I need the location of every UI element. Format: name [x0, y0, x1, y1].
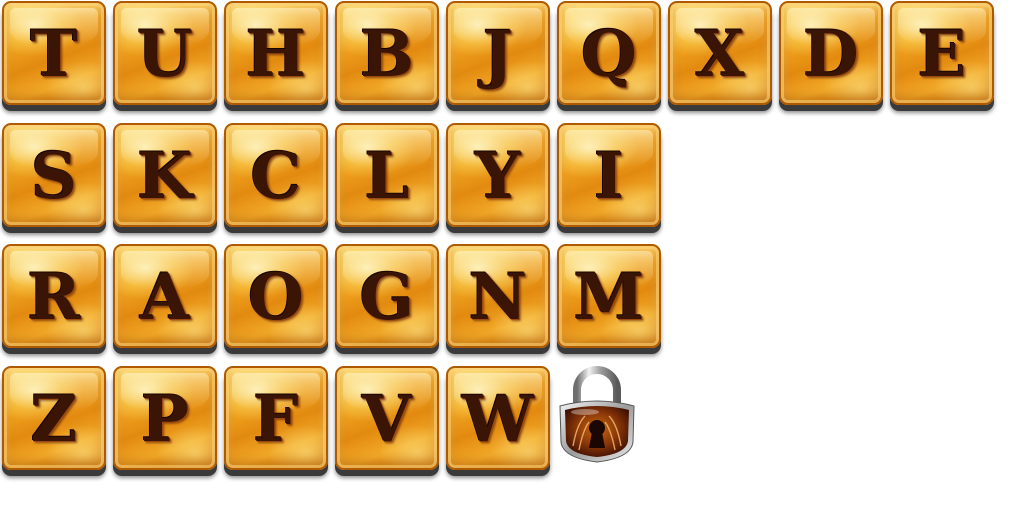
letter-tile[interactable]: S — [2, 123, 106, 227]
letter-tile[interactable]: G — [335, 244, 439, 348]
letter-tile[interactable]: R — [2, 244, 106, 348]
tile-letter: V — [362, 382, 412, 457]
tile-letter: J — [482, 17, 514, 92]
letter-tile[interactable]: J — [446, 1, 550, 105]
letter-tile[interactable]: K — [113, 123, 217, 227]
tile-letter: X — [695, 17, 745, 92]
tile-letter: W — [462, 382, 534, 457]
letter-tile[interactable]: D — [779, 1, 883, 105]
letter-tile[interactable]: W — [446, 366, 550, 470]
tile-letter: I — [594, 139, 624, 214]
tile-letter: F — [253, 382, 299, 457]
tile-row-1: TUHBJQXDE — [2, 1, 994, 105]
tile-letter: M — [573, 260, 645, 335]
tile-letter: E — [917, 17, 967, 92]
letter-tile[interactable]: M — [557, 244, 661, 348]
tile-letter: K — [137, 139, 193, 214]
tile-letter: G — [359, 260, 415, 335]
letter-tile[interactable]: V — [335, 366, 439, 470]
tile-letter: C — [250, 139, 302, 214]
letter-tile[interactable]: Z — [2, 366, 106, 470]
tile-letter: L — [364, 139, 410, 214]
tile-letter: P — [140, 382, 190, 457]
letter-tile[interactable]: P — [113, 366, 217, 470]
tile-letter: Q — [581, 17, 637, 92]
tile-letter: S — [30, 139, 78, 214]
tile-letter: D — [803, 17, 859, 92]
tile-letter: A — [140, 260, 190, 335]
letter-tile[interactable]: H — [224, 1, 328, 105]
letter-tile[interactable]: C — [224, 123, 328, 227]
letter-tile[interactable]: T — [2, 1, 106, 105]
tile-letter: N — [468, 260, 528, 335]
tile-letter: Z — [30, 382, 78, 457]
letter-tile[interactable]: Q — [557, 1, 661, 105]
tile-letter: U — [137, 17, 193, 92]
tile-letter: B — [359, 17, 415, 92]
letter-tile[interactable]: U — [113, 1, 217, 105]
letter-tile[interactable]: E — [890, 1, 994, 105]
tile-letter: T — [30, 17, 78, 92]
letter-tile[interactable]: B — [335, 1, 439, 105]
tile-letter: H — [245, 17, 307, 92]
tile-letter: O — [248, 260, 304, 335]
tile-row-2: SKCLYI — [2, 123, 661, 227]
letter-tile[interactable]: F — [224, 366, 328, 470]
letter-tile[interactable]: A — [113, 244, 217, 348]
tile-letter: Y — [475, 139, 521, 214]
letter-tile[interactable]: Y — [446, 123, 550, 227]
letter-tile[interactable]: L — [335, 123, 439, 227]
letter-tile[interactable]: O — [224, 244, 328, 348]
letter-tile[interactable]: I — [557, 123, 661, 227]
letter-tile[interactable]: N — [446, 244, 550, 348]
tile-row-3: RAOGNM — [2, 244, 661, 348]
tile-letter: R — [27, 260, 81, 335]
tile-row-4: ZPFVW — [2, 366, 550, 470]
padlock-icon[interactable] — [555, 366, 639, 466]
letter-tile[interactable]: X — [668, 1, 772, 105]
letter-board: TUHBJQXDE SKCLYI RAOGNM ZPFVW — [0, 0, 1024, 512]
